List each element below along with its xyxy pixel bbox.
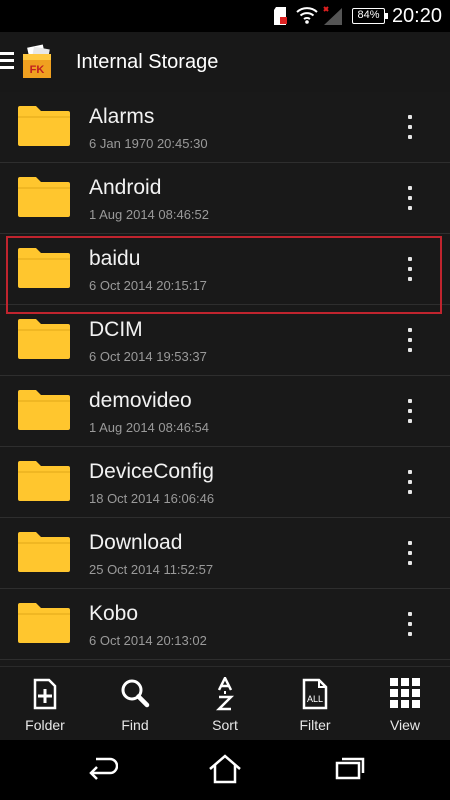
folder-icon (18, 461, 70, 501)
folder-date: 18 Oct 2014 16:06:46 (89, 491, 215, 506)
action-bar: FK Internal Storage (0, 32, 450, 92)
folder-row[interactable]: Android 1 Aug 2014 08:46:52 (0, 163, 450, 234)
folder-icon (18, 390, 70, 430)
menu-icon[interactable] (0, 52, 14, 70)
folder-date: 6 Jan 1970 20:45:30 (89, 136, 208, 151)
folder-date: 1 Aug 2014 08:46:52 (89, 207, 210, 222)
sd-card-icon (274, 7, 287, 25)
folder-icon (18, 177, 70, 217)
filter-all-icon: ALL (302, 678, 328, 710)
bottom-toolbar: Folder Find Sort ALL Filter View (0, 666, 450, 740)
folder-date: 6 Oct 2014 20:15:17 (89, 278, 207, 293)
page-title: Internal Storage (76, 51, 219, 73)
battery-icon: 84% (352, 8, 388, 24)
folder-name: Alarms (89, 105, 155, 128)
folder-date: 6 Oct 2014 20:13:02 (89, 633, 207, 648)
svg-text:ALL: ALL (307, 694, 323, 704)
back-icon[interactable] (86, 754, 118, 782)
search-icon (121, 679, 150, 708)
more-vert-icon[interactable] (404, 257, 416, 281)
signal-icon (323, 6, 342, 25)
more-vert-icon[interactable] (404, 186, 416, 210)
new-folder-button[interactable]: Folder (0, 667, 90, 740)
folder-label: Folder (25, 717, 65, 733)
folder-row[interactable]: demovideo 1 Aug 2014 08:46:54 (0, 376, 450, 447)
folder-date: 1 Aug 2014 08:46:54 (89, 420, 210, 435)
recents-icon[interactable] (334, 754, 366, 782)
more-vert-icon[interactable] (404, 115, 416, 139)
find-button[interactable]: Find (90, 667, 180, 740)
folder-icon (18, 319, 70, 359)
folder-row[interactable]: Kobo 6 Oct 2014 20:13:02 (0, 589, 450, 660)
more-vert-icon[interactable] (404, 470, 416, 494)
folder-row[interactable]: Download 25 Oct 2014 11:52:57 (0, 518, 450, 589)
folder-name: Kobo (89, 602, 139, 625)
file-list: Alarms 6 Jan 1970 20:45:30 Android 1 Aug 20… (0, 92, 450, 666)
sort-label: Sort (212, 717, 238, 733)
sort-az-icon (215, 677, 235, 711)
more-vert-icon[interactable] (404, 399, 416, 423)
find-label: Find (121, 717, 149, 733)
folder-name: Download (89, 531, 183, 554)
folder-name: DeviceConfig (89, 460, 214, 483)
view-label: View (389, 717, 421, 733)
folder-name: demovideo (89, 389, 192, 412)
folder-row[interactable]: DCIM 6 Oct 2014 19:53:37 (0, 305, 450, 376)
svg-text:FK: FK (30, 64, 45, 76)
app-icon[interactable]: FK (22, 44, 52, 80)
more-vert-icon[interactable] (404, 612, 416, 636)
grid-view-icon (390, 678, 420, 708)
folder-date: 25 Oct 2014 11:52:57 (89, 562, 214, 577)
folder-name: DCIM (89, 318, 143, 341)
folder-row[interactable]: Alarms 6 Jan 1970 20:45:30 (0, 92, 450, 163)
folder-name: Android (89, 176, 162, 199)
folder-icon (18, 106, 70, 146)
filter-label: Filter (299, 717, 331, 733)
folder-name: baidu (89, 247, 141, 270)
sort-button[interactable]: Sort (180, 667, 270, 740)
navigation-bar (0, 740, 450, 800)
folder-icon (18, 603, 70, 643)
view-button[interactable]: View (360, 667, 450, 740)
filter-button[interactable]: ALL Filter (270, 667, 360, 740)
folder-date: 6 Oct 2014 19:53:37 (89, 349, 207, 364)
folder-icon (18, 248, 70, 288)
more-vert-icon[interactable] (404, 541, 416, 565)
wifi-icon (296, 7, 318, 24)
new-folder-icon (33, 678, 57, 710)
status-bar: 84% 20:20 (0, 0, 450, 32)
more-vert-icon[interactable] (404, 328, 416, 352)
home-icon[interactable] (208, 754, 242, 784)
folder-row[interactable]: baidu 6 Oct 2014 20:15:17 (0, 234, 450, 314)
folder-row[interactable]: DeviceConfig 18 Oct 2014 16:06:46 (0, 447, 450, 518)
clock: 20:20 (391, 5, 442, 27)
folder-icon (18, 532, 70, 572)
